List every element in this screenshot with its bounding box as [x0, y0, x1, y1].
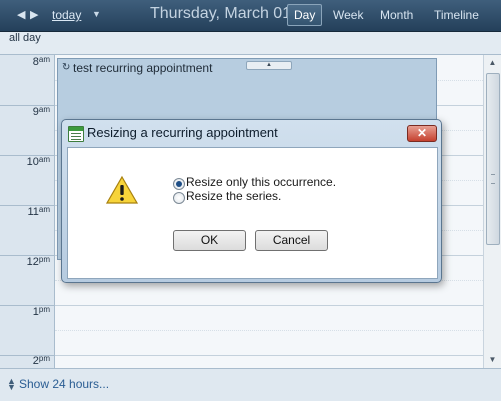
resize-occurrence-radio[interactable]	[173, 178, 185, 190]
scroll-up-arrow-icon[interactable]: ▲	[484, 55, 501, 71]
show-24-hours-link[interactable]: Show 24 hours...	[19, 377, 109, 391]
grip-icon	[491, 174, 495, 184]
tab-timeline[interactable]: Timeline	[434, 8, 479, 22]
resize-series-radio[interactable]	[173, 192, 185, 204]
calendar-app-icon	[68, 126, 84, 142]
tab-day[interactable]: Day	[287, 4, 323, 26]
hour-label-11am: 11am	[27, 205, 50, 218]
resize-handle[interactable]: ▲	[246, 61, 292, 70]
today-link[interactable]: today	[52, 8, 81, 22]
dialog-body: Resize only this occurrence. Resize the …	[67, 147, 438, 279]
tab-month[interactable]: Month	[380, 8, 413, 22]
hour-label-2pm: 2pm	[32, 354, 50, 367]
hour-line	[55, 305, 483, 306]
all-day-label: all day	[9, 32, 41, 44]
resize-occurrence-label[interactable]: Resize only this occurrence.	[186, 175, 336, 189]
hour-label-9am: 9am	[32, 105, 50, 118]
half-hour-line	[55, 330, 483, 331]
hour-label-10am: 10am	[26, 155, 50, 168]
hour-label-1pm: 1pm	[32, 305, 50, 318]
next-day-button[interactable]: ▶	[30, 8, 38, 22]
hour-label-8am: 8am	[32, 55, 50, 68]
previous-day-button[interactable]: ◀	[17, 8, 25, 22]
all-day-row[interactable]	[0, 32, 501, 55]
close-button[interactable]: ✕	[407, 125, 437, 142]
ok-button[interactable]: OK	[173, 230, 246, 251]
resize-series-label[interactable]: Resize the series.	[186, 189, 281, 203]
tab-week[interactable]: Week	[333, 8, 363, 22]
scroll-thumb[interactable]	[486, 73, 500, 245]
expand-arrows-icon: ▲ ▼	[7, 376, 16, 392]
scroll-down-arrow-icon[interactable]: ▼	[484, 352, 501, 368]
calendar-toolbar: ◀ ▶ today ▼ Thursday, March 01, Day Week…	[0, 0, 501, 32]
recurring-icon: ↻	[62, 62, 71, 73]
hour-line	[55, 355, 483, 356]
cancel-button[interactable]: Cancel	[255, 230, 328, 251]
hour-label-12pm: 12pm	[26, 255, 50, 268]
dialog-title: Resizing a recurring appointment	[87, 125, 278, 140]
time-gutter: 8am 9am 10am 11am 12pm 1pm 2pm	[0, 55, 55, 368]
warning-icon	[106, 175, 138, 204]
date-title: Thursday, March 01,	[150, 5, 296, 22]
bottom-bar: ▲ ▼ Show 24 hours...	[0, 368, 501, 401]
appointment-title: test recurring appointment	[73, 61, 213, 75]
today-dropdown-icon[interactable]: ▼	[92, 9, 101, 19]
resize-recurring-dialog: Resizing a recurring appointment ✕ Resiz…	[61, 119, 442, 283]
vertical-scrollbar[interactable]: ▲ ▼	[483, 55, 501, 368]
